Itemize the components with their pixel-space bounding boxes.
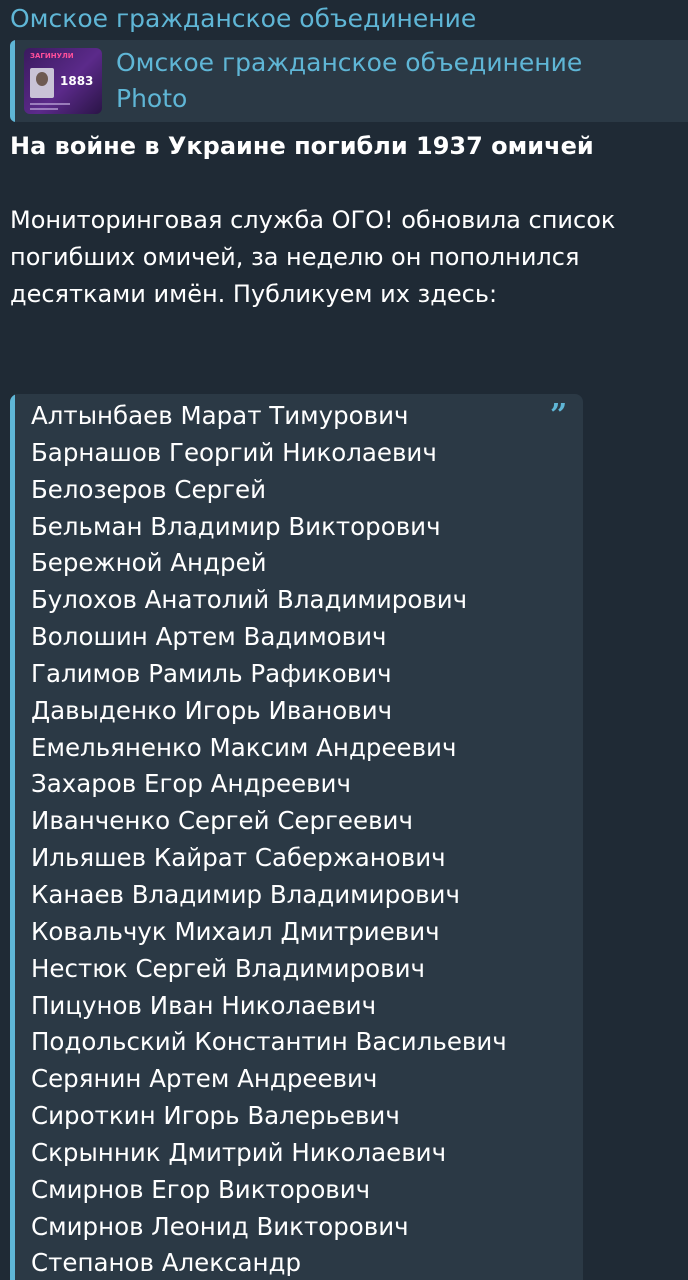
list-item: Серянин Артем Андреевич: [31, 1064, 378, 1094]
list-item: Иванченко Сергей Сергеевич: [31, 806, 413, 836]
list-item: Нестюк Сергей Владимирович: [31, 953, 425, 983]
reply-accent-bar: [10, 40, 15, 122]
quote-block: ” Алтынбаев Марат Тимурович Барнашов Гео…: [10, 394, 583, 1280]
thumbnail-caption-line: [30, 108, 58, 110]
reply-thumbnail: ЗАГИНУЛИ 1883: [24, 48, 102, 114]
body-line: погибших омичей, за неделю он пополнился: [10, 243, 580, 271]
reply-subtitle: Photo: [116, 84, 188, 113]
list-item: Скрынник Дмитрий Николаевич: [31, 1137, 447, 1167]
list-item: Смирнов Леонид Викторович: [31, 1211, 409, 1241]
list-item: Канаев Владимир Владимирович: [31, 879, 460, 909]
message-body: Мониторинговая служба ОГО! обновила спис…: [10, 202, 670, 313]
list-item: Барнашов Георгий Николаевич: [31, 437, 437, 467]
message-view: Омское гражданское объединение ЗАГИНУЛИ …: [0, 0, 688, 1280]
thumbnail-count: 1883: [60, 74, 94, 88]
body-line: десятками имён. Публикуем их здесь:: [10, 280, 498, 308]
list-item: Бережной Андрей: [31, 548, 267, 578]
list-item: Белозеров Сергей: [31, 474, 266, 504]
list-item: Захаров Егор Андреевич: [31, 769, 351, 799]
list-item: Ильяшев Кайрат Сабержанович: [31, 843, 446, 873]
list-item: Смирнов Егор Викторович: [31, 1174, 371, 1204]
quote-accent-bar: [10, 394, 15, 1280]
thumbnail-tag: ЗАГИНУЛИ: [30, 52, 74, 60]
list-item: Пицунов Иван Николаевич: [31, 990, 377, 1020]
list-item: Сироткин Игорь Валерьевич: [31, 1101, 400, 1131]
body-line: Мониторинговая служба ОГО! обновила спис…: [10, 206, 616, 234]
list-item: Емельяненко Максим Андреевич: [31, 732, 457, 762]
list-item: Подольский Константин Васильевич: [31, 1027, 507, 1057]
list-item: Волошин Артем Вадимович: [31, 622, 387, 652]
list-item: Булохов Анатолий Владимирович: [31, 585, 468, 615]
reply-preview[interactable]: ЗАГИНУЛИ 1883 Омское гражданское объедин…: [10, 40, 688, 122]
list-item: Давыденко Игорь Иванович: [31, 695, 393, 725]
thumbnail-caption-line: [30, 103, 70, 105]
thumbnail-portrait: [30, 68, 54, 98]
sender-name[interactable]: Омское гражданское объединение: [10, 2, 476, 36]
list-item: Алтынбаев Марат Тимурович: [31, 401, 409, 430]
quote-icon: ”: [550, 398, 568, 433]
list-item: Галимов Рамиль Рафикович: [31, 658, 392, 688]
list-item: Степанов Александр: [31, 1248, 302, 1278]
message-headline: На войне в Украине погибли 1937 омичей: [10, 132, 594, 160]
names-list: Алтынбаев Марат Тимурович Барнашов Георг…: [31, 398, 507, 1280]
reply-title: Омское гражданское объединение: [116, 48, 583, 77]
list-item: Ковальчук Михаил Дмитриевич: [31, 916, 440, 946]
list-item: Бельман Владимир Викторович: [31, 511, 441, 541]
